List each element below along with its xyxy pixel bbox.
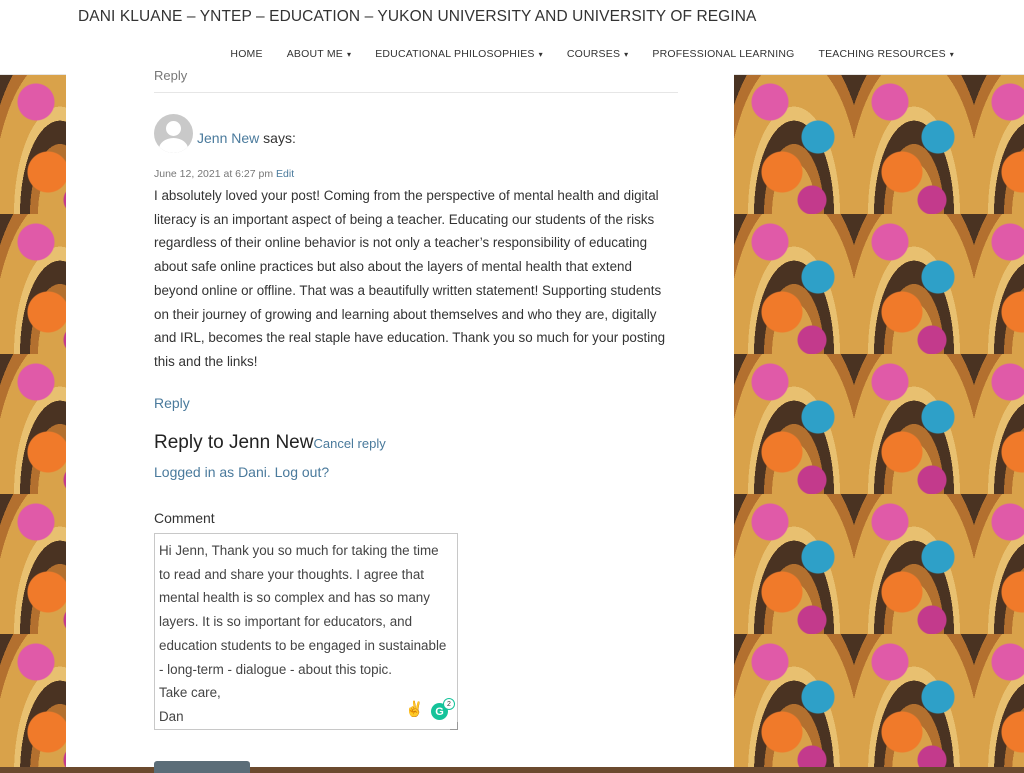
comment-meta: June 12, 2021 at 6:27 pm Edit [154, 168, 294, 180]
main-nav: HOME ABOUT ME ▾ EDUCATIONAL PHILOSOPHIES ▾… [230, 48, 954, 60]
cancel-reply-link[interactable]: Cancel reply [313, 436, 385, 451]
comment-says: says: [263, 130, 296, 146]
comment-date[interactable]: June 12, 2021 at 6:27 pm [154, 168, 273, 180]
reply-title-text: Reply to Jenn New [154, 432, 314, 453]
comment-edit-link[interactable]: Edit [276, 168, 294, 180]
avatar-shoulders-icon [159, 138, 188, 153]
reply-link[interactable]: Reply [154, 395, 190, 411]
chevron-down-icon: ▾ [949, 50, 954, 59]
chevron-down-icon: ▾ [624, 50, 629, 59]
nav-educational-philosophies[interactable]: EDUCATIONAL PHILOSOPHIES ▾ [375, 48, 543, 60]
victory-hand-emoji-icon[interactable]: ✌️ [405, 700, 424, 718]
nav-courses-label: COURSES [566, 48, 621, 60]
reply-title: Reply to Jenn NewCancel reply [154, 432, 386, 454]
nav-teaching-resources[interactable]: TEACHING RESOURCES ▾ [818, 48, 954, 60]
nav-educational-philosophies-label: EDUCATIONAL PHILOSOPHIES [375, 48, 535, 60]
chevron-down-icon: ▾ [538, 50, 543, 59]
comment-label: Comment [154, 510, 215, 526]
comment-author-line: Jenn New says: [197, 130, 296, 146]
nav-teaching-resources-label: TEACHING RESOURCES [818, 48, 946, 60]
avatar [154, 114, 193, 153]
resize-handle-icon[interactable] [450, 722, 458, 730]
grammarly-count-badge: 2 [443, 698, 455, 710]
nav-about-me-label: ABOUT ME [286, 48, 343, 60]
main-content: Reply Jenn New says: June 12, 2021 at 6:… [66, 68, 734, 773]
comment-body: I absolutely loved your post! Coming fro… [154, 188, 666, 369]
background-beadwork-right [734, 74, 1024, 767]
nav-about-me[interactable]: ABOUT ME ▾ [287, 48, 351, 60]
nav-home[interactable]: HOME [230, 48, 262, 60]
post-comment-button[interactable] [154, 761, 250, 773]
site-title[interactable]: DANI KLUANE – YNTEP – EDUCATION – YUKON … [78, 8, 756, 26]
comment-author-name[interactable]: Jenn New [197, 130, 259, 146]
chevron-down-icon: ▾ [346, 50, 352, 59]
divider [154, 92, 678, 93]
nav-courses[interactable]: COURSES ▾ [567, 48, 629, 60]
nav-professional-learning-label: PROFESSIONAL LEARNING [652, 48, 795, 60]
site-header: DANI KLUANE – YNTEP – EDUCATION – YUKON … [0, 0, 1024, 75]
background-beadwork-left [0, 74, 66, 767]
nav-home-label: HOME [230, 48, 263, 60]
previous-reply-link-fragment[interactable]: Reply [154, 68, 187, 83]
avatar-head-icon [166, 121, 181, 136]
nav-professional-learning[interactable]: PROFESSIONAL LEARNING [652, 48, 794, 60]
logged-in-link[interactable]: Logged in as Dani. Log out? [154, 464, 329, 480]
